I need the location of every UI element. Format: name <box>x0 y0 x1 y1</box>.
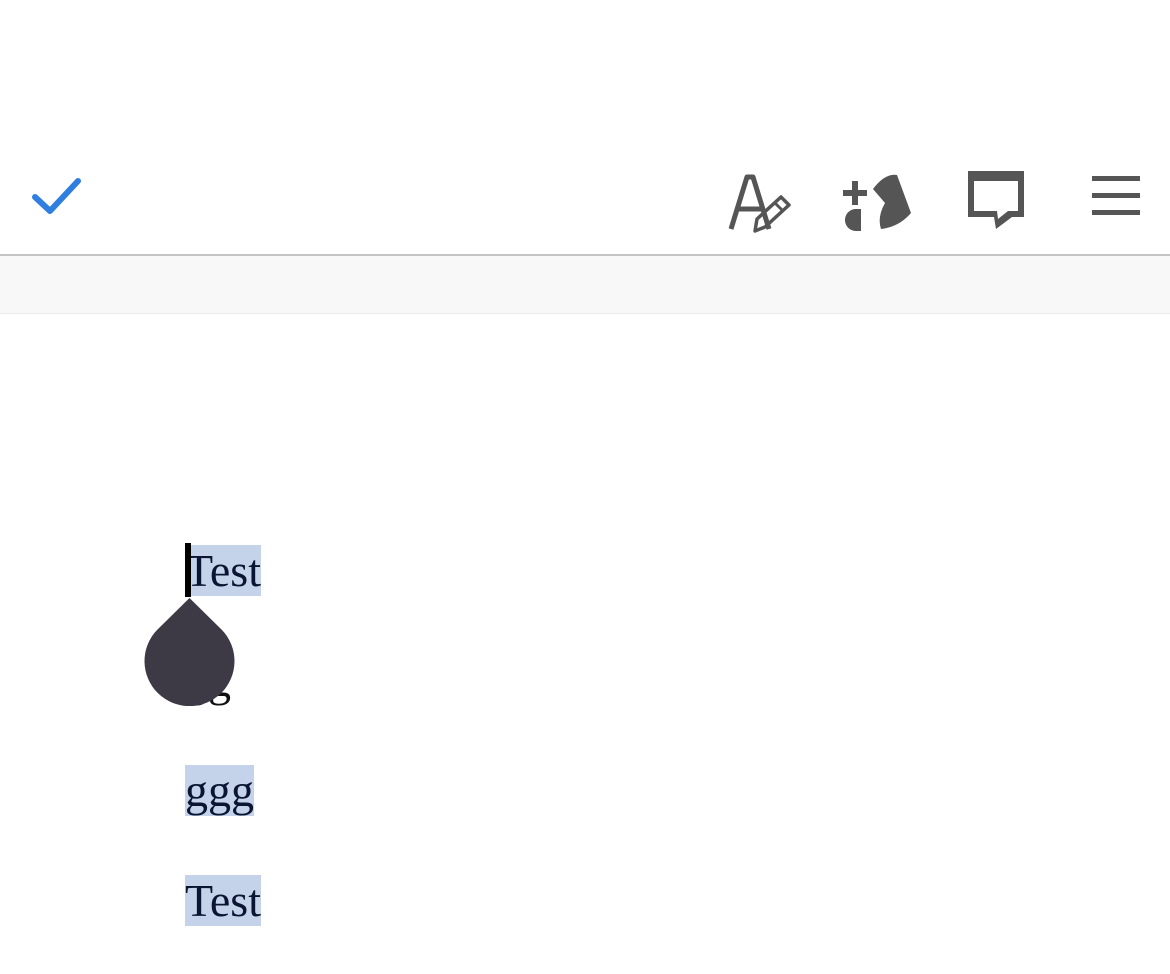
insert-shapes-icon <box>843 174 911 232</box>
comment-icon <box>968 171 1024 229</box>
text-format-pencil-icon <box>728 174 791 233</box>
document-canvas[interactable]: Test gg ggg Test <box>0 314 1170 974</box>
text-cursor <box>185 543 191 597</box>
paragraph-1[interactable]: Test <box>185 543 261 599</box>
sub-toolbar <box>0 256 1170 314</box>
paragraph-3[interactable]: ggg <box>185 763 254 819</box>
menu-button[interactable] <box>1080 158 1152 230</box>
paragraph-4[interactable]: Test <box>185 873 261 929</box>
done-button[interactable] <box>21 161 93 233</box>
insert-button[interactable] <box>840 164 912 236</box>
drop-handle-icon <box>144 598 235 707</box>
hamburger-menu-icon <box>1092 176 1140 215</box>
checkmark-icon <box>32 178 81 214</box>
paragraph-text: ggg <box>185 765 254 816</box>
format-button[interactable] <box>722 166 794 238</box>
comment-button[interactable] <box>960 164 1032 236</box>
selection-handle[interactable] <box>144 598 235 707</box>
paragraph-text: Test <box>185 545 261 596</box>
top-toolbar <box>0 0 1170 256</box>
paragraph-text: Test <box>185 875 261 926</box>
